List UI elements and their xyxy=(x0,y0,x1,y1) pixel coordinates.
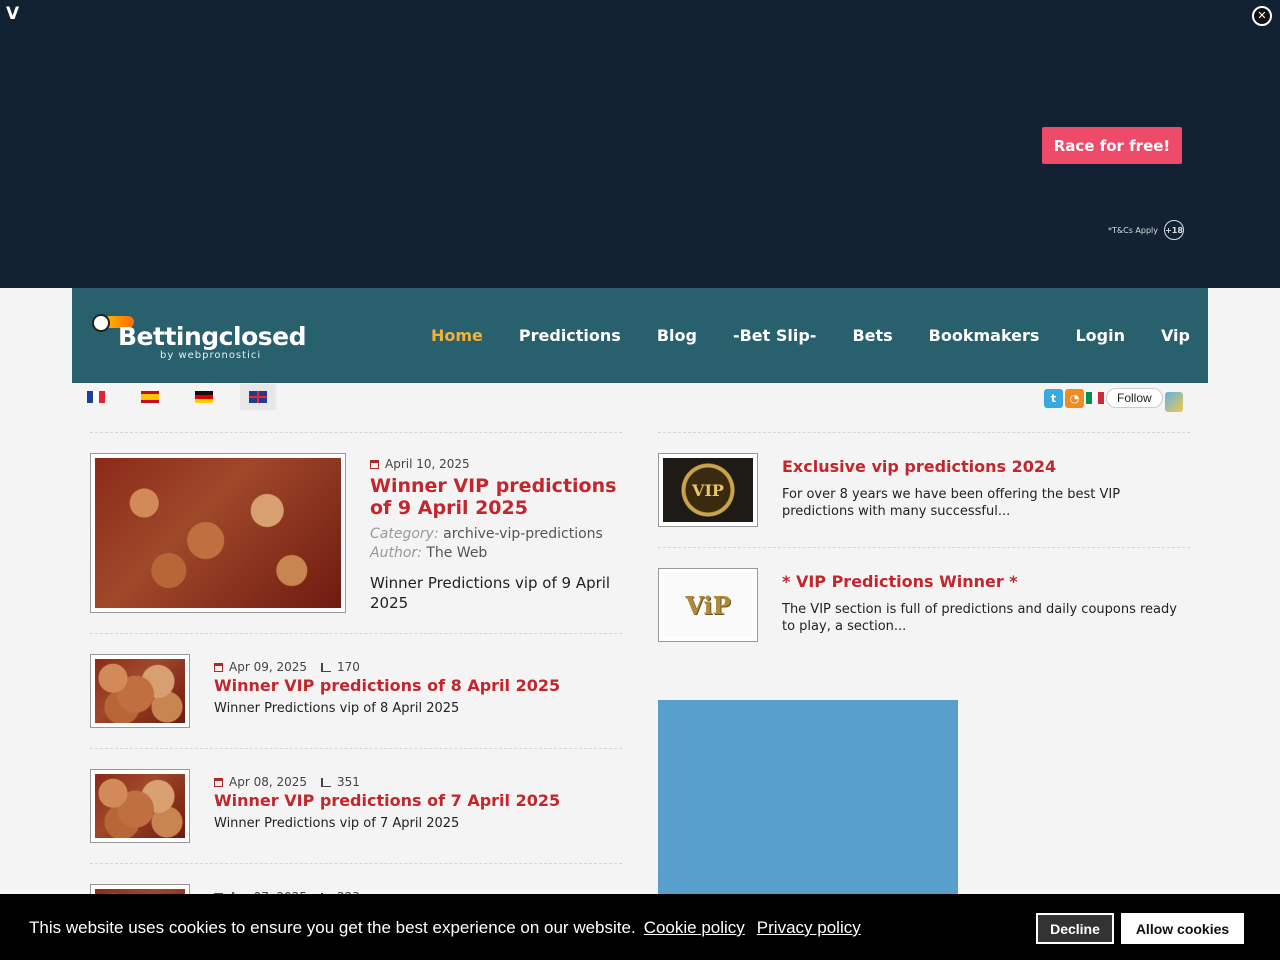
soccer-ball-icon xyxy=(92,314,110,332)
cookie-message: This website uses cookies to ensure you … xyxy=(29,918,861,937)
vip-sidebar: VIP Exclusive vip predictions 2024 For o… xyxy=(658,432,1190,662)
spanish-flag-icon xyxy=(141,391,159,403)
logo-text: Bettingclosed xyxy=(118,322,306,351)
article-author: Author: The Web xyxy=(370,545,488,561)
twitter-icon[interactable]: t xyxy=(1044,388,1063,408)
vip-badge: ViP xyxy=(663,573,753,637)
article-date: April 10, 2025 xyxy=(370,457,622,471)
nav-home[interactable]: Home xyxy=(431,326,483,345)
list-item: Apr 09, 2025 170 Winner VIP predictions o… xyxy=(90,634,622,748)
italian-flag-icon[interactable] xyxy=(1086,392,1104,404)
ad-terms-text: *T&Cs Apply xyxy=(1108,225,1159,235)
sidebar-ad[interactable] xyxy=(658,700,958,900)
vip-badge: VIP xyxy=(663,458,753,522)
article-thumbnail[interactable] xyxy=(90,654,190,728)
site-header: Bettingclosed by webpronostici Home Pred… xyxy=(72,288,1208,383)
pen-icon[interactable] xyxy=(1164,392,1183,412)
follow-label: Follow xyxy=(1117,391,1152,405)
logo-subtitle: by webpronostici xyxy=(160,350,262,361)
race-for-free-button[interactable]: Race for free! xyxy=(1042,127,1182,164)
flag-french[interactable] xyxy=(78,384,114,410)
flag-english[interactable] xyxy=(240,384,276,410)
nav-login[interactable]: Login xyxy=(1075,326,1125,345)
category-link[interactable]: archive-vip-predictions xyxy=(443,526,603,542)
close-icon[interactable]: ✕ xyxy=(1252,6,1272,26)
ad-terms: *T&Cs Apply +18 xyxy=(1108,220,1185,240)
article-meta: Apr 09, 2025 170 xyxy=(214,660,622,674)
flag-spanish[interactable] xyxy=(132,384,168,410)
age-restriction-icon: +18 xyxy=(1164,220,1185,240)
list-item: VIP Exclusive vip predictions 2024 For o… xyxy=(658,433,1190,547)
article-list: April 10, 2025 Winner VIP predictions of… xyxy=(90,432,622,960)
cookie-policy-link[interactable]: Cookie policy xyxy=(644,918,745,937)
vip-thumbnail[interactable]: ViP xyxy=(658,568,758,642)
vip-title[interactable]: Exclusive vip predictions 2024 xyxy=(782,457,1190,476)
vip-thumbnail[interactable]: VIP xyxy=(658,453,758,527)
nav-bets[interactable]: Bets xyxy=(852,326,892,345)
nav-bet-slip[interactable]: -Bet Slip- xyxy=(733,326,817,345)
article-category: Category: archive-vip-predictions xyxy=(370,526,603,542)
article-description: Winner Predictions vip of 7 April 2025 xyxy=(214,816,460,831)
ad-logo: V xyxy=(6,4,20,24)
featured-thumbnail[interactable] xyxy=(90,453,346,613)
vip-description: For over 8 years we have been offering t… xyxy=(782,487,1121,519)
calendar-icon xyxy=(214,662,223,672)
article-meta: Apr 08, 2025 351 xyxy=(214,775,622,789)
views-icon xyxy=(321,777,332,787)
nav-vip[interactable]: Vip xyxy=(1161,326,1190,345)
vip-title[interactable]: * VIP Predictions Winner * xyxy=(782,572,1190,591)
nav-bookmakers[interactable]: Bookmakers xyxy=(929,326,1040,345)
list-item: ViP * VIP Predictions Winner * The VIP s… xyxy=(658,548,1190,662)
calendar-icon xyxy=(370,459,379,469)
allow-cookies-button[interactable]: Allow cookies xyxy=(1121,913,1244,944)
list-item: Apr 08, 2025 351 Winner VIP predictions o… xyxy=(90,749,622,863)
social-links: t ◔ Follow xyxy=(1044,384,1183,412)
article-title[interactable]: Winner VIP predictions of 8 April 2025 xyxy=(214,676,622,695)
decline-button[interactable]: Decline xyxy=(1036,913,1114,944)
flag-german[interactable] xyxy=(186,384,222,410)
views-icon xyxy=(321,662,332,672)
privacy-policy-link[interactable]: Privacy policy xyxy=(757,918,861,937)
uk-flag-icon xyxy=(249,391,267,403)
french-flag-icon xyxy=(87,391,105,403)
article-description: Winner Predictions vip of 8 April 2025 xyxy=(214,701,460,716)
featured-title[interactable]: Winner VIP predictions of 9 April 2025 xyxy=(370,475,622,519)
nav-blog[interactable]: Blog xyxy=(657,326,697,345)
language-selector xyxy=(78,384,276,410)
german-flag-icon xyxy=(195,391,213,403)
vip-description: The VIP section is full of predictions a… xyxy=(782,602,1177,634)
rss-icon[interactable]: ◔ xyxy=(1065,388,1084,408)
article-title[interactable]: Winner VIP predictions of 7 April 2025 xyxy=(214,791,622,810)
follow-button[interactable]: Follow xyxy=(1106,388,1163,408)
article-thumbnail[interactable] xyxy=(90,769,190,843)
ad-banner[interactable]: V ✕ Race for free! *T&Cs Apply +18 xyxy=(0,0,1280,288)
featured-article: April 10, 2025 Winner VIP predictions of… xyxy=(90,433,622,633)
site-logo[interactable]: Bettingclosed by webpronostici xyxy=(90,310,306,362)
featured-description: Winner Predictions vip of 9 April 2025 xyxy=(370,574,611,612)
cookie-banner: This website uses cookies to ensure you … xyxy=(0,894,1280,960)
main-nav: Home Predictions Blog -Bet Slip- Bets Bo… xyxy=(413,288,1208,383)
calendar-icon xyxy=(214,777,223,787)
nav-predictions[interactable]: Predictions xyxy=(519,326,621,345)
